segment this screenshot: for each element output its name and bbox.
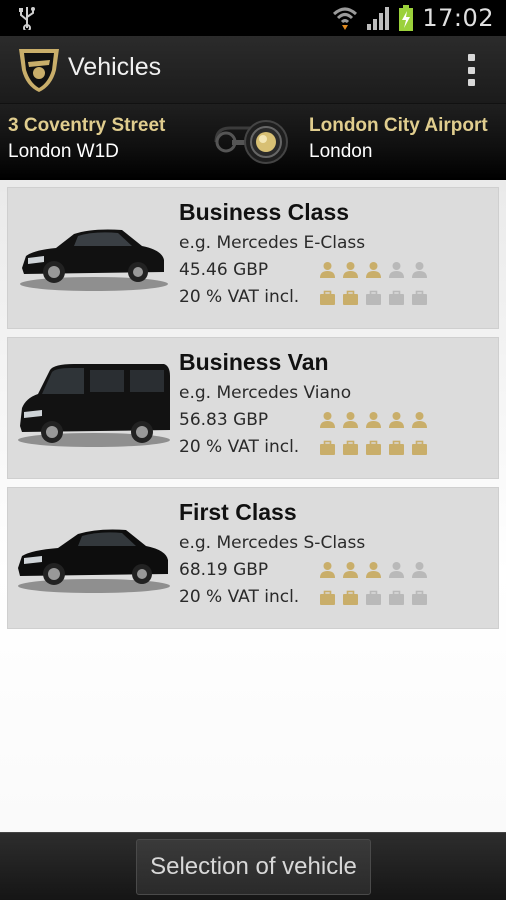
vehicle-name: Business Class xyxy=(179,199,350,225)
passenger-icon xyxy=(389,562,404,578)
vehicle-price: 68.19 GBP xyxy=(179,560,269,580)
destination-name: London City Airport xyxy=(309,115,488,136)
status-bar: 17:02 xyxy=(0,0,506,36)
passenger-icon xyxy=(412,562,427,578)
vehicle-card-business-van[interactable]: Business Van e.g. Mercedes Viano 56.83 G… xyxy=(7,337,499,479)
page-title: Vehicles xyxy=(68,53,162,81)
vehicle-price: 56.83 GBP xyxy=(179,410,269,430)
luggage-icon xyxy=(412,590,427,605)
destination-city: London xyxy=(309,141,373,162)
overflow-menu-icon[interactable] xyxy=(466,54,476,86)
van-icon xyxy=(18,364,170,447)
vehicle-name: Business Van xyxy=(179,349,329,375)
vehicle-vat: 20 % VAT incl. xyxy=(179,437,300,457)
luggage-icon xyxy=(412,440,427,455)
vehicle-card-business-class[interactable]: Business Class e.g. Mercedes E-Class 45.… xyxy=(7,187,499,329)
passenger-icon xyxy=(320,562,335,578)
luggage-icon xyxy=(389,290,404,305)
sedan-car-icon xyxy=(20,229,168,291)
luggage-capacity xyxy=(319,439,429,457)
passenger-icon xyxy=(412,412,427,428)
signal-icon xyxy=(367,7,390,30)
vehicle-example: e.g. Mercedes Viano xyxy=(179,383,352,403)
passenger-capacity xyxy=(319,261,429,279)
limousine-car-icon xyxy=(18,529,170,593)
bottom-bar: Selection of vehicle xyxy=(0,832,506,900)
passenger-icon xyxy=(389,412,404,428)
passenger-capacity xyxy=(319,561,429,579)
luggage-icon xyxy=(389,590,404,605)
passenger-icon xyxy=(389,262,404,278)
luggage-icon xyxy=(366,590,381,605)
vehicle-list: Business Class e.g. Mercedes E-Class 45.… xyxy=(0,180,506,832)
luggage-capacity xyxy=(319,589,429,607)
pickup-city: London W1D xyxy=(8,141,119,162)
route-toggle-icon xyxy=(214,120,288,164)
vehicle-name: First Class xyxy=(179,499,297,525)
vehicle-card-first-class[interactable]: First Class e.g. Mercedes S-Class 68.19 … xyxy=(7,487,499,629)
selection-of-vehicle-button[interactable]: Selection of vehicle xyxy=(136,839,371,895)
passenger-icon xyxy=(320,412,335,428)
route-bar: 3 Coventry Street London W1D London City… xyxy=(0,104,506,180)
passenger-icon xyxy=(343,562,358,578)
wifi-icon xyxy=(333,7,358,30)
luggage-icon xyxy=(366,440,381,455)
passenger-icon xyxy=(412,262,427,278)
passenger-icon xyxy=(320,262,335,278)
luggage-icon xyxy=(343,290,358,305)
passenger-icon xyxy=(366,562,381,578)
luggage-icon xyxy=(412,290,427,305)
luggage-icon xyxy=(320,290,335,305)
luggage-icon xyxy=(320,440,335,455)
luggage-icon xyxy=(366,290,381,305)
passenger-icon xyxy=(343,412,358,428)
status-time: 17:02 xyxy=(422,4,494,32)
passenger-capacity xyxy=(319,411,429,429)
vehicle-example: e.g. Mercedes S-Class xyxy=(179,533,366,553)
luggage-icon xyxy=(343,440,358,455)
usb-icon xyxy=(19,7,35,30)
passenger-icon xyxy=(366,262,381,278)
passenger-icon xyxy=(343,262,358,278)
luggage-icon xyxy=(343,590,358,605)
vehicle-example: e.g. Mercedes E-Class xyxy=(179,233,366,253)
vehicle-vat: 20 % VAT incl. xyxy=(179,587,300,607)
battery-charging-icon xyxy=(399,5,414,31)
vehicle-price: 45.46 GBP xyxy=(179,260,269,280)
luggage-capacity xyxy=(319,289,429,307)
action-bar: Vehicles xyxy=(0,36,506,104)
pickup-street: 3 Coventry Street xyxy=(8,115,166,136)
chauffeur-logo-icon[interactable] xyxy=(16,46,62,94)
luggage-icon xyxy=(320,590,335,605)
luggage-icon xyxy=(389,440,404,455)
passenger-icon xyxy=(366,412,381,428)
vehicle-vat: 20 % VAT incl. xyxy=(179,287,300,307)
